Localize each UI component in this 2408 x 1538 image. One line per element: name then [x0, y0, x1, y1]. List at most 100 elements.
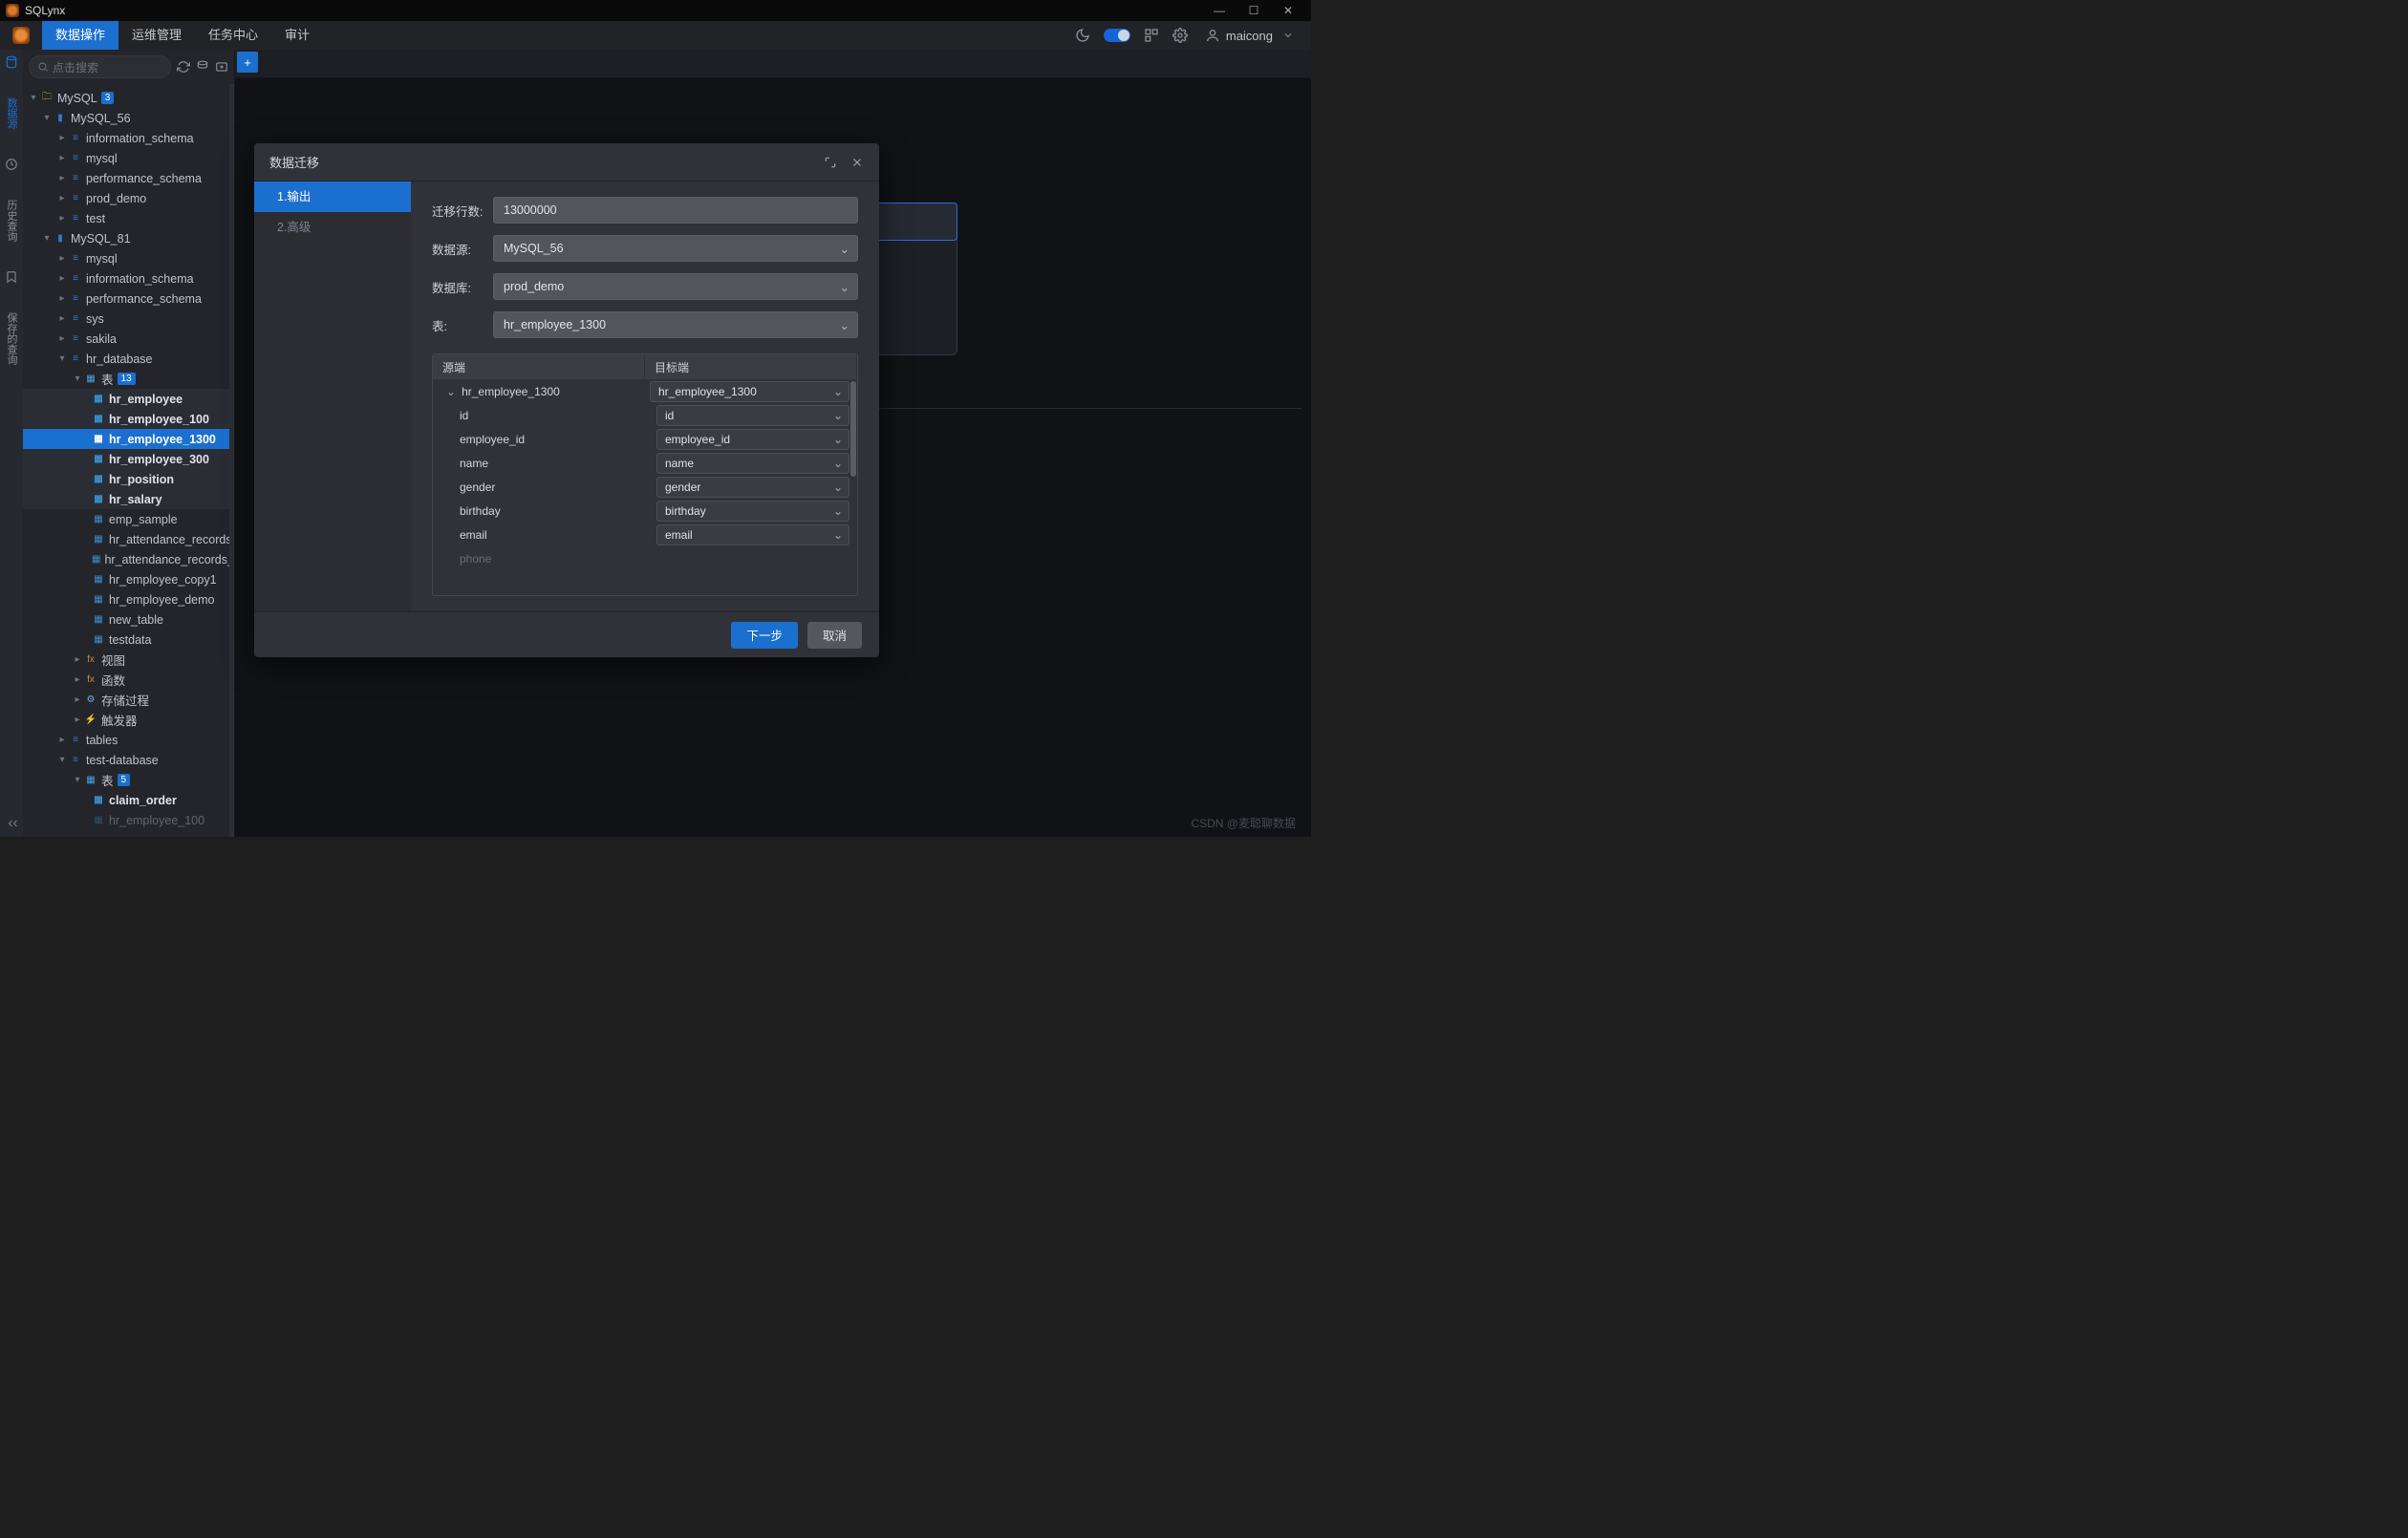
filter-icon[interactable] — [196, 60, 209, 74]
tree-tables-folder-2[interactable]: ▾▦表5 — [23, 770, 234, 790]
tree-table-selected[interactable]: ▦hr_employee_1300 — [23, 429, 234, 449]
tree-conn-56[interactable]: ▾▮MySQL_56 — [23, 108, 234, 128]
watermark: CSDN @麦聪聊数据 — [1191, 815, 1296, 831]
chevron-down-icon — [1282, 30, 1294, 41]
tree-db[interactable]: ▸≡performance_schema — [23, 168, 234, 188]
step-advanced[interactable]: 2.高级 — [254, 212, 411, 243]
map-tgt-select[interactable]: birthday⌄ — [656, 501, 849, 522]
nav-tab-tasks[interactable]: 任务中心 — [195, 21, 271, 50]
tree-table[interactable]: ▦new_table — [23, 609, 234, 630]
database-select[interactable]: prod_demo⌄ — [493, 273, 858, 300]
tree-root-mysql[interactable]: ▾🗀MySQL3 — [23, 88, 234, 108]
nav-tab-audit[interactable]: 审计 — [271, 21, 323, 50]
close-window-icon[interactable]: ✕ — [1271, 4, 1305, 17]
tree-folder-views[interactable]: ▸fx视图 — [23, 650, 234, 670]
tree-db[interactable]: ▸≡sys — [23, 309, 234, 329]
tree-db[interactable]: ▸≡sakila — [23, 329, 234, 349]
map-src: phone — [433, 552, 653, 566]
left-rail: 数据源 历史查询 保存的查询 — [0, 50, 23, 837]
tree-db-tables[interactable]: ▸≡tables — [23, 730, 234, 750]
app-logo-icon — [6, 4, 19, 17]
column-mapping-table: 源端 目标端 ⌄hr_employee_1300 hr_employee_130… — [432, 353, 858, 596]
tree-table[interactable]: ▦hr_employee_copy1 — [23, 569, 234, 589]
rail-db-icon[interactable] — [5, 55, 18, 69]
map-src: gender — [433, 481, 653, 494]
rail-item-history[interactable]: 历史查询 — [4, 196, 19, 246]
database-tree[interactable]: ▾🗀MySQL3 ▾▮MySQL_56 ▸≡information_schema… — [23, 84, 234, 837]
tree-folder-funcs[interactable]: ▸fx函数 — [23, 670, 234, 690]
nav-tab-data[interactable]: 数据操作 — [42, 21, 118, 50]
dialog-close-icon[interactable] — [850, 156, 864, 169]
migrate-dialog: 数据迁移 1.输出 2.高级 迁移行数: 13000000 数据源: MySQL… — [254, 143, 879, 657]
settings-icon[interactable] — [1172, 28, 1188, 43]
new-tab-icon[interactable] — [215, 60, 228, 74]
source-label: 数据源: — [432, 240, 493, 258]
dialog-expand-icon[interactable] — [824, 156, 837, 169]
user-menu[interactable]: maicong — [1201, 28, 1294, 43]
tree-db[interactable]: ▸≡mysql — [23, 248, 234, 268]
tree-table[interactable]: ▦hr_attendance_records_s — [23, 549, 234, 569]
tree-db-test[interactable]: ▾≡test-database — [23, 750, 234, 770]
rail-collapse-icon[interactable] — [6, 818, 17, 829]
tree-db[interactable]: ▸≡test — [23, 208, 234, 228]
rail-history-icon[interactable] — [5, 158, 18, 171]
tree-table[interactable]: ▦hr_employee — [23, 389, 234, 409]
tree-tables-folder[interactable]: ▾▦表13 — [23, 369, 234, 389]
tree-table[interactable]: ▦hr_employee_demo — [23, 589, 234, 609]
tree-db[interactable]: ▸≡prod_demo — [23, 188, 234, 208]
step-output[interactable]: 1.输出 — [254, 182, 411, 212]
rail-item-saved[interactable]: 保存的查询 — [4, 309, 19, 369]
search-input[interactable]: 点击搜索 — [29, 55, 171, 78]
top-navigation: 数据操作 运维管理 任务中心 审计 maicong — [0, 21, 1311, 50]
tree-table[interactable]: ▦hr_employee_300 — [23, 449, 234, 469]
tree-table[interactable]: ▦emp_sample — [23, 509, 234, 529]
tree-table[interactable]: ▦claim_order — [23, 790, 234, 810]
map-src: name — [433, 457, 653, 470]
source-select[interactable]: MySQL_56⌄ — [493, 235, 858, 262]
rail-saved-icon[interactable] — [5, 270, 18, 284]
dialog-steps: 1.输出 2.高级 — [254, 182, 411, 611]
tree-folder-triggers[interactable]: ▸⚡触发器 — [23, 710, 234, 730]
tree-db[interactable]: ▸≡information_schema — [23, 268, 234, 288]
map-root-source[interactable]: ⌄hr_employee_1300 — [433, 385, 646, 398]
tree-db-hr[interactable]: ▾≡hr_database — [23, 349, 234, 369]
map-tgt-select[interactable]: email⌄ — [656, 524, 849, 545]
tree-table[interactable]: ▦hr_position — [23, 469, 234, 489]
tree-table[interactable]: ▦hr_employee_100 — [23, 810, 234, 830]
minimize-icon[interactable]: — — [1202, 4, 1236, 17]
map-tgt-select[interactable]: employee_id⌄ — [656, 429, 849, 450]
next-button[interactable]: 下一步 — [731, 622, 798, 649]
map-tgt-select[interactable]: id⌄ — [656, 405, 849, 426]
chevron-down-icon: ⌄ — [840, 280, 849, 294]
tree-table[interactable]: ▦hr_salary — [23, 489, 234, 509]
map-tgt-select[interactable]: gender⌄ — [656, 477, 849, 498]
tree-db[interactable]: ▸≡performance_schema — [23, 288, 234, 309]
tree-db[interactable]: ▸≡mysql — [23, 148, 234, 168]
tree-table[interactable]: ▦testdata — [23, 630, 234, 650]
brand-icon — [0, 27, 42, 44]
search-icon — [37, 61, 49, 73]
refresh-icon[interactable] — [177, 60, 190, 74]
map-root-target-select[interactable]: hr_employee_1300⌄ — [650, 381, 849, 402]
tree-table[interactable]: ▦hr_employee_100 — [23, 409, 234, 429]
chevron-down-icon: ⌄ — [840, 242, 849, 256]
table-scrollbar[interactable] — [850, 381, 856, 477]
layout-icon[interactable] — [1144, 28, 1159, 43]
tree-conn-81[interactable]: ▾▮MySQL_81 — [23, 228, 234, 248]
table-select[interactable]: hr_employee_1300⌄ — [493, 311, 858, 338]
tree-db[interactable]: ▸≡information_schema — [23, 128, 234, 148]
chevron-down-icon: ⌄ — [840, 318, 849, 332]
tree-folder-procs[interactable]: ▸⚙存储过程 — [23, 690, 234, 710]
app-title: SQLynx — [25, 4, 1202, 17]
map-tgt-select[interactable]: name⌄ — [656, 453, 849, 474]
rows-input[interactable]: 13000000 — [493, 197, 858, 224]
col-header-source: 源端 — [433, 354, 645, 379]
tree-table[interactable]: ▦hr_attendance_records — [23, 529, 234, 549]
cancel-button[interactable]: 取消 — [807, 622, 862, 649]
rail-item-datasource[interactable]: 数据源 — [4, 94, 19, 133]
theme-toggle[interactable] — [1104, 29, 1130, 42]
nav-tab-ops[interactable]: 运维管理 — [118, 21, 195, 50]
maximize-icon[interactable]: ☐ — [1236, 4, 1271, 17]
dialog-title: 数据迁移 — [269, 153, 319, 171]
database-label: 数据库: — [432, 278, 493, 296]
